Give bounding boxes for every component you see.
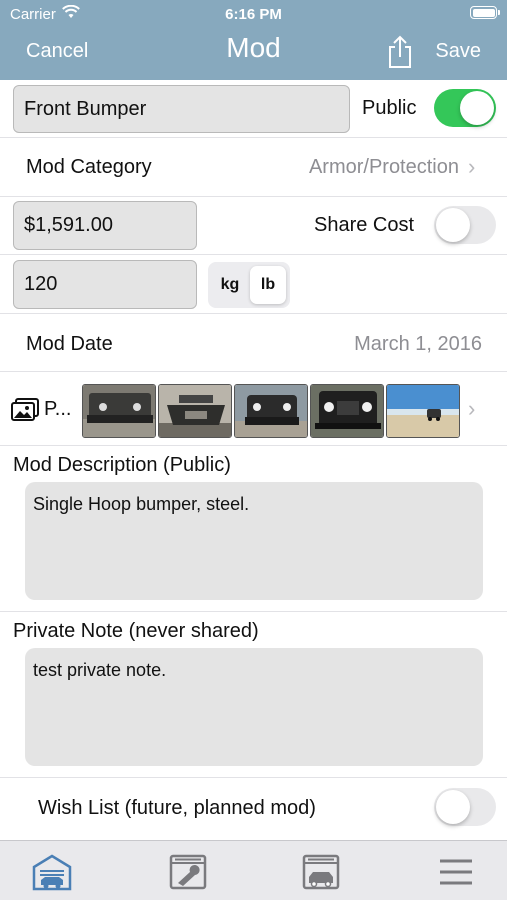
public-label: Public <box>362 97 417 119</box>
wrench-icon[interactable] <box>168 853 208 891</box>
photo-thumbnail[interactable] <box>158 384 232 438</box>
vehicle-icon[interactable] <box>301 853 341 891</box>
share-cost-toggle[interactable] <box>434 206 496 244</box>
status-bar: Carrier 6:16 PM <box>0 0 507 28</box>
category-value: Armor/Protection <box>308 156 459 178</box>
chevron-right-icon: › <box>468 396 476 421</box>
category-label: Mod Category <box>26 156 152 178</box>
tab-bar <box>0 840 507 900</box>
unit-kg-option[interactable]: kg <box>212 266 248 304</box>
wish-list-label: Wish List (future, planned mod) <box>38 797 316 819</box>
menu-icon[interactable] <box>436 853 476 891</box>
share-icon[interactable] <box>386 35 414 69</box>
divider <box>0 611 507 612</box>
category-row[interactable]: Mod Category Armor/Protection › <box>0 138 507 197</box>
garage-icon[interactable] <box>32 853 72 891</box>
date-value: March 1, 2016 <box>354 333 482 355</box>
clock: 6:16 PM <box>225 6 282 23</box>
photo-thumbnail[interactable] <box>234 384 308 438</box>
private-note-textarea[interactable]: test private note. <box>25 648 483 766</box>
divider <box>0 777 507 778</box>
date-label: Mod Date <box>26 333 113 355</box>
date-row[interactable]: Mod Date March 1, 2016 <box>0 314 507 372</box>
photo-thumbnail[interactable] <box>82 384 156 438</box>
unit-segmented-control[interactable]: kg lb <box>208 262 290 308</box>
cost-field[interactable]: $1,591.00 <box>13 201 197 250</box>
private-note-label: Private Note (never shared) <box>13 620 259 642</box>
description-label: Mod Description (Public) <box>13 454 231 476</box>
name-row: Front Bumper Public <box>0 80 507 138</box>
photos-label: P... <box>44 398 72 420</box>
chevron-right-icon: › <box>468 154 476 179</box>
photo-thumbnail[interactable] <box>386 384 460 438</box>
photo-thumbnail[interactable] <box>310 384 384 438</box>
nav-header: Carrier 6:16 PM Cancel Mod Save <box>0 0 507 80</box>
unit-lb-option[interactable]: lb <box>250 266 286 304</box>
weight-field[interactable]: 120 <box>13 260 197 309</box>
save-button[interactable]: Save <box>435 40 481 63</box>
cost-row: $1,591.00 Share Cost <box>0 197 507 255</box>
description-textarea[interactable]: Single Hoop bumper, steel. <box>25 482 483 600</box>
photos-icon <box>11 398 39 421</box>
wish-list-toggle[interactable] <box>434 788 496 826</box>
share-cost-label: Share Cost <box>314 214 415 236</box>
battery-icon <box>470 6 500 19</box>
page-title: Mod <box>226 32 281 63</box>
mod-name-field[interactable]: Front Bumper <box>13 85 350 133</box>
public-toggle[interactable] <box>434 89 496 127</box>
